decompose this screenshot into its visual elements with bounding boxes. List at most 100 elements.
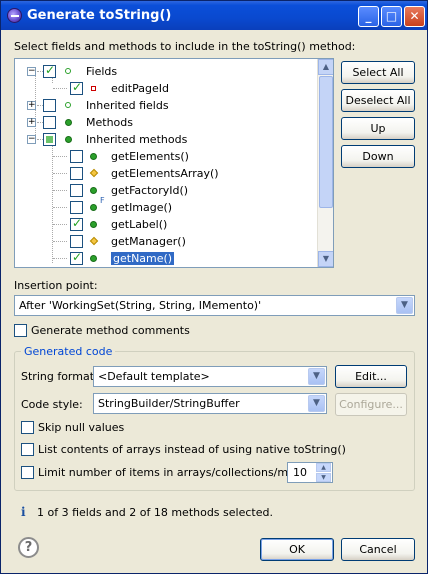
generated-code-title: Generated code bbox=[21, 345, 116, 358]
tree-item[interactable]: − Fields bbox=[15, 63, 319, 80]
insertion-point-combo[interactable]: After 'WorkingSet(String, String, IMemen… bbox=[14, 295, 415, 316]
tree-item[interactable]: getElements() bbox=[15, 148, 319, 165]
tree-item-checkbox[interactable] bbox=[43, 99, 56, 112]
public-method-icon bbox=[90, 153, 97, 160]
method-group-icon bbox=[65, 136, 72, 143]
tree-item-label[interactable]: getName() bbox=[109, 251, 176, 266]
tree-item-checkbox[interactable] bbox=[70, 80, 83, 95]
insertion-point-label: Insertion point: bbox=[14, 279, 98, 292]
tree-item[interactable]: FgetImage() bbox=[15, 196, 319, 216]
status-message: 1 of 3 fields and 2 of 18 methods select… bbox=[37, 506, 273, 519]
minimize-button[interactable]: _ bbox=[358, 6, 379, 27]
final-marker: F bbox=[100, 196, 105, 205]
string-format-label: String format: bbox=[21, 370, 98, 383]
tree-item-label[interactable]: Inherited fields bbox=[86, 99, 169, 112]
limit-items-checkbox[interactable] bbox=[21, 466, 34, 479]
protected-method-icon bbox=[89, 236, 99, 246]
members-tree[interactable]: ▲ ▼ − Fields editPageId + Inherited fields + M… bbox=[14, 58, 334, 268]
public-method-icon bbox=[90, 187, 97, 194]
info-icon: i bbox=[21, 505, 26, 519]
tree-item-label[interactable]: getLabel() bbox=[111, 218, 167, 231]
spin-down-icon[interactable]: ▼ bbox=[316, 473, 331, 482]
tree-item-label[interactable]: Fields bbox=[86, 65, 117, 78]
tree-item[interactable]: getName() bbox=[15, 250, 319, 267]
method-group-icon bbox=[65, 119, 72, 126]
tree-item-checkbox[interactable] bbox=[70, 250, 83, 265]
chevron-down-icon[interactable]: ▼ bbox=[396, 297, 413, 314]
tree-item-label[interactable]: editPageId bbox=[111, 82, 169, 95]
tree-item-checkbox[interactable] bbox=[70, 184, 83, 197]
code-style-value: StringBuilder/StringBuffer bbox=[98, 397, 240, 410]
tree-item-label[interactable]: getElements() bbox=[111, 150, 189, 163]
generate-tostring-dialog: Generate toString() _ □ ✕ Select fields … bbox=[0, 0, 428, 574]
tree-item-checkbox[interactable] bbox=[43, 133, 56, 146]
scroll-thumb[interactable] bbox=[319, 76, 333, 208]
tree-item-label[interactable]: getElementsArray() bbox=[111, 167, 219, 180]
title-bar[interactable]: Generate toString() _ □ ✕ bbox=[1, 1, 427, 30]
tree-item[interactable]: + Methods bbox=[15, 114, 319, 131]
tree-item-label[interactable]: getManager() bbox=[111, 235, 186, 248]
tree-item[interactable]: getLabel() bbox=[15, 216, 319, 233]
configure-button[interactable]: Configure... bbox=[335, 393, 407, 416]
tree-item-label[interactable]: Methods bbox=[86, 116, 133, 129]
chevron-down-icon[interactable]: ▼ bbox=[308, 395, 325, 412]
tree-item[interactable]: getManager() bbox=[15, 233, 319, 250]
field-group-icon bbox=[65, 68, 71, 74]
tree-item-checkbox[interactable] bbox=[70, 216, 83, 231]
string-format-value: <Default template> bbox=[98, 370, 210, 383]
expand-icon[interactable]: + bbox=[27, 118, 36, 127]
tree-item-label[interactable]: getFactoryId() bbox=[111, 184, 188, 197]
public-method-icon bbox=[90, 255, 97, 262]
tree-item[interactable]: getElementsArray() bbox=[15, 165, 319, 182]
generate-comments-checkbox[interactable] bbox=[14, 324, 27, 337]
tree-item-checkbox[interactable] bbox=[70, 201, 83, 214]
string-format-combo[interactable]: <Default template> ▼ bbox=[93, 366, 327, 387]
tree-item[interactable]: − Inherited methods bbox=[15, 131, 319, 148]
tree-item[interactable]: editPageId bbox=[15, 80, 319, 97]
eclipse-icon bbox=[7, 8, 22, 23]
tree-item-label[interactable]: getImage() bbox=[111, 201, 172, 214]
edit-template-button[interactable]: Edit... bbox=[335, 365, 407, 388]
limit-items-label: Limit number of items in arrays/collecti… bbox=[38, 466, 323, 479]
close-button[interactable]: ✕ bbox=[404, 6, 425, 27]
generate-comments-label: Generate method comments bbox=[31, 324, 190, 337]
tree-item-label[interactable]: Inherited methods bbox=[86, 133, 187, 146]
expand-icon[interactable]: + bbox=[27, 101, 36, 110]
tree-item-checkbox[interactable] bbox=[70, 167, 83, 180]
skip-null-checkbox[interactable] bbox=[21, 421, 34, 434]
tree-item-checkbox[interactable] bbox=[43, 63, 56, 78]
tree-scrollbar[interactable]: ▲ ▼ bbox=[317, 59, 333, 267]
window-title: Generate toString() bbox=[27, 8, 172, 23]
collapse-icon[interactable]: − bbox=[27, 135, 36, 144]
limit-items-value[interactable]: 10 bbox=[293, 466, 307, 479]
instruction-text: Select fields and methods to include in … bbox=[14, 40, 356, 53]
tree-item-checkbox[interactable] bbox=[43, 116, 56, 129]
list-arrays-checkbox[interactable] bbox=[21, 443, 34, 456]
insertion-point-value: After 'WorkingSet(String, String, IMemen… bbox=[19, 299, 262, 312]
maximize-button[interactable]: □ bbox=[381, 6, 402, 27]
deselect-all-button[interactable]: Deselect All bbox=[341, 89, 415, 112]
skip-null-label: Skip null values bbox=[38, 421, 125, 434]
code-style-combo[interactable]: StringBuilder/StringBuffer ▼ bbox=[93, 393, 327, 414]
chevron-down-icon[interactable]: ▼ bbox=[308, 368, 325, 385]
scroll-up-arrow-icon[interactable]: ▲ bbox=[318, 59, 333, 75]
help-icon[interactable]: ? bbox=[18, 537, 39, 558]
scroll-down-arrow-icon[interactable]: ▼ bbox=[318, 251, 333, 267]
down-button[interactable]: Down bbox=[341, 145, 415, 168]
ok-button[interactable]: OK bbox=[260, 538, 334, 561]
collapse-icon[interactable]: − bbox=[27, 67, 36, 76]
code-style-label: Code style: bbox=[21, 398, 83, 411]
up-button[interactable]: Up bbox=[341, 117, 415, 140]
public-method-icon bbox=[90, 204, 97, 211]
limit-items-spinner[interactable]: 10 ▲ ▼ bbox=[287, 462, 333, 483]
select-all-button[interactable]: Select All bbox=[341, 61, 415, 84]
field-group-icon bbox=[65, 102, 71, 108]
cancel-button[interactable]: Cancel bbox=[341, 538, 415, 561]
tree-item[interactable]: + Inherited fields bbox=[15, 97, 319, 114]
public-method-icon bbox=[90, 221, 97, 228]
tree-item-checkbox[interactable] bbox=[70, 150, 83, 163]
tree-item-checkbox[interactable] bbox=[70, 235, 83, 248]
private-field-icon bbox=[91, 86, 96, 91]
tree-item[interactable]: getFactoryId() bbox=[15, 182, 319, 199]
spin-up-icon[interactable]: ▲ bbox=[316, 463, 331, 472]
